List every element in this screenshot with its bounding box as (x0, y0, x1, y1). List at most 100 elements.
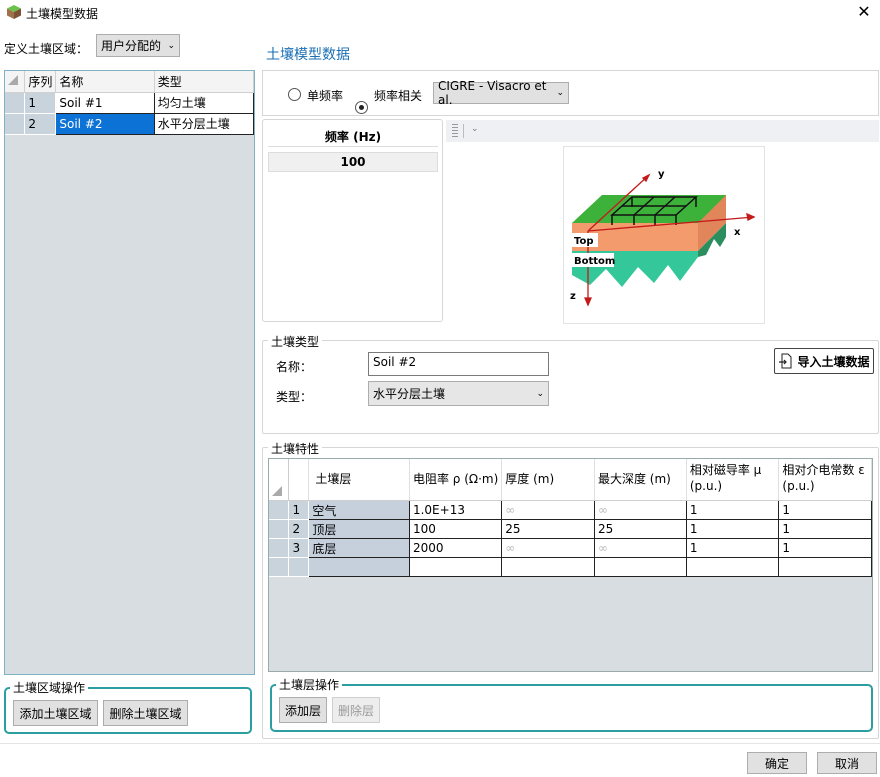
col-header-permeability[interactable]: 相对磁导率 μ (p.u.) (686, 459, 780, 501)
row-header[interactable] (269, 519, 290, 539)
layer-name-cell[interactable]: 顶层 (308, 519, 410, 539)
thickness-cell[interactable]: ∞ (501, 500, 595, 520)
table-row[interactable]: 2 Soil #2 水平分层土壤 (5, 113, 255, 135)
permeability-cell[interactable]: 1 (686, 500, 780, 520)
chevron-down-icon: ⌄ (536, 388, 544, 399)
soil-region-grid[interactable]: 序列 名称 类型 1 Soil #1 均匀土壤 2 Soil #2 水平分层土壤 (4, 70, 255, 675)
resistivity-cell[interactable] (409, 557, 503, 577)
soil-type-value: 水平分层土壤 (373, 387, 446, 401)
permeability-cell[interactable] (686, 557, 780, 577)
delete-region-button[interactable]: 删除土壤区域 (103, 700, 188, 726)
soil-type-title: 土壤类型 (268, 333, 323, 350)
soil-name-cell[interactable]: Soil #1 (55, 92, 155, 114)
import-soil-data-label: 导入土壤数据 (797, 354, 870, 369)
soil-layers-illustration: y x z Top Bottom (570, 169, 756, 307)
axis-z-label: z (570, 291, 576, 302)
soil-diagram: y x z Top Bottom (563, 146, 765, 324)
soil-type-cell[interactable]: 均匀土壤 (154, 92, 255, 114)
permittivity-cell[interactable]: 1 (778, 500, 872, 520)
main-title: 土壤模型数据 (266, 47, 350, 63)
add-region-button[interactable]: 添加土壤区域 (13, 700, 98, 726)
thickness-cell[interactable] (501, 557, 595, 577)
table-row[interactable]: 1 空气 1.0E+13 ∞ ∞ 1 1 (269, 500, 872, 520)
row-index: 1 (24, 92, 57, 114)
soil-props-title: 土壤特性 (268, 440, 323, 457)
single-frequency-label: 单频率 (307, 89, 344, 103)
app-cube-icon (7, 5, 21, 19)
table-row-new[interactable] (269, 557, 872, 577)
axis-y-label: y (658, 169, 665, 180)
cancel-button[interactable]: 取消 (817, 752, 877, 774)
thickness-cell[interactable]: ∞ (501, 538, 595, 558)
region-mode-dropdown[interactable]: 用户分配的 ⌄ (96, 34, 180, 57)
ok-button[interactable]: 确定 (747, 752, 807, 774)
soil-layers-grid[interactable]: 土壤层 电阻率 ρ (Ω·m) 厚度 (m) 最大深度 (m) 相对磁导率 μ … (268, 458, 873, 672)
resistivity-cell[interactable]: 100 (409, 519, 503, 539)
chevron-down-icon: ⌄ (167, 40, 175, 51)
region-ops-title: 土壤区域操作 (10, 679, 89, 696)
col-header-index (288, 459, 310, 501)
layer-name-cell[interactable]: 底层 (308, 538, 410, 558)
thickness-cell[interactable]: 25 (501, 519, 595, 539)
single-frequency-radio[interactable] (288, 88, 301, 101)
row-header[interactable] (5, 92, 26, 114)
frequency-dependent-label: 频率相关 (374, 89, 423, 103)
col-header-resistivity[interactable]: 电阻率 ρ (Ω·m) (409, 459, 503, 501)
layer-name-cell[interactable] (308, 557, 410, 577)
grip-icon (452, 124, 458, 138)
row-header[interactable] (269, 500, 290, 520)
footer-divider (0, 743, 880, 744)
import-soil-data-button[interactable]: 导入土壤数据 (774, 348, 874, 374)
grid-corner (269, 459, 290, 501)
col-header-max-depth[interactable]: 最大深度 (m) (594, 459, 687, 501)
permittivity-cell[interactable]: 1 (778, 519, 872, 539)
toolbar-separator (463, 124, 464, 138)
soil-name-field[interactable]: Soil #2 (368, 352, 549, 376)
diagram-toolbar (446, 120, 879, 142)
permeability-cell[interactable]: 1 (686, 538, 780, 558)
delete-layer-button[interactable]: 删除层 (332, 697, 380, 723)
max-depth-cell[interactable]: ∞ (594, 538, 687, 558)
window-title: 土壤模型数据 (26, 7, 99, 21)
permeability-cell[interactable]: 1 (686, 519, 780, 539)
resistivity-cell[interactable]: 1.0E+13 (409, 500, 503, 520)
col-header-permittivity[interactable]: 相对介电常数 ε (p.u.) (778, 459, 872, 501)
max-depth-cell[interactable]: 25 (594, 519, 687, 539)
soil-type-dropdown[interactable]: 水平分层土壤 ⌄ (368, 381, 549, 406)
region-label: 定义土壤区域： (4, 42, 89, 56)
region-mode-value: 用户分配的 (101, 39, 162, 53)
col-header-layer[interactable]: 土壤层 (308, 459, 410, 501)
frequency-model-dropdown[interactable]: CIGRE - Visacro et al. ⌄ (433, 79, 569, 107)
layer-name-cell[interactable]: 空气 (308, 500, 410, 520)
frequency-model-value: CIGRE - Visacro et al. (438, 79, 547, 107)
table-row[interactable]: 2 顶层 100 25 25 1 1 (269, 519, 872, 539)
toolbar-overflow-icon[interactable]: ⌄ (471, 124, 479, 134)
import-file-icon (779, 353, 792, 369)
close-button[interactable]: ✕ (852, 2, 876, 24)
resistivity-cell[interactable]: 2000 (409, 538, 503, 558)
title-bar (0, 0, 880, 26)
layer-ops-title: 土壤层操作 (276, 676, 343, 693)
row-header[interactable] (269, 538, 290, 558)
max-depth-cell[interactable]: ∞ (594, 500, 687, 520)
table-row[interactable]: 1 Soil #1 均匀土壤 (5, 92, 255, 114)
frequency-value-cell[interactable]: 100 (268, 152, 438, 172)
frequency-table-panel (262, 119, 443, 322)
row-header[interactable] (5, 113, 26, 135)
row-header[interactable] (269, 557, 290, 577)
col-header-type[interactable]: 类型 (154, 71, 255, 93)
corner-triangle-icon (272, 486, 282, 496)
col-header-thickness[interactable]: 厚度 (m) (501, 459, 595, 501)
max-depth-cell[interactable] (594, 557, 687, 577)
soil-name-cell-selected[interactable]: Soil #2 (55, 113, 155, 135)
table-row[interactable]: 3 底层 2000 ∞ ∞ 1 1 (269, 538, 872, 558)
row-index: 2 (288, 519, 310, 539)
frequency-dependent-radio[interactable] (355, 101, 368, 114)
soil-type-cell[interactable]: 水平分层土壤 (154, 113, 255, 135)
col-header-index[interactable]: 序列 (24, 71, 57, 93)
permittivity-cell[interactable] (778, 557, 872, 577)
add-layer-button[interactable]: 添加层 (279, 697, 327, 723)
soil-name-label: 名称： (276, 360, 313, 374)
col-header-name[interactable]: 名称 (55, 71, 155, 93)
permittivity-cell[interactable]: 1 (778, 538, 872, 558)
